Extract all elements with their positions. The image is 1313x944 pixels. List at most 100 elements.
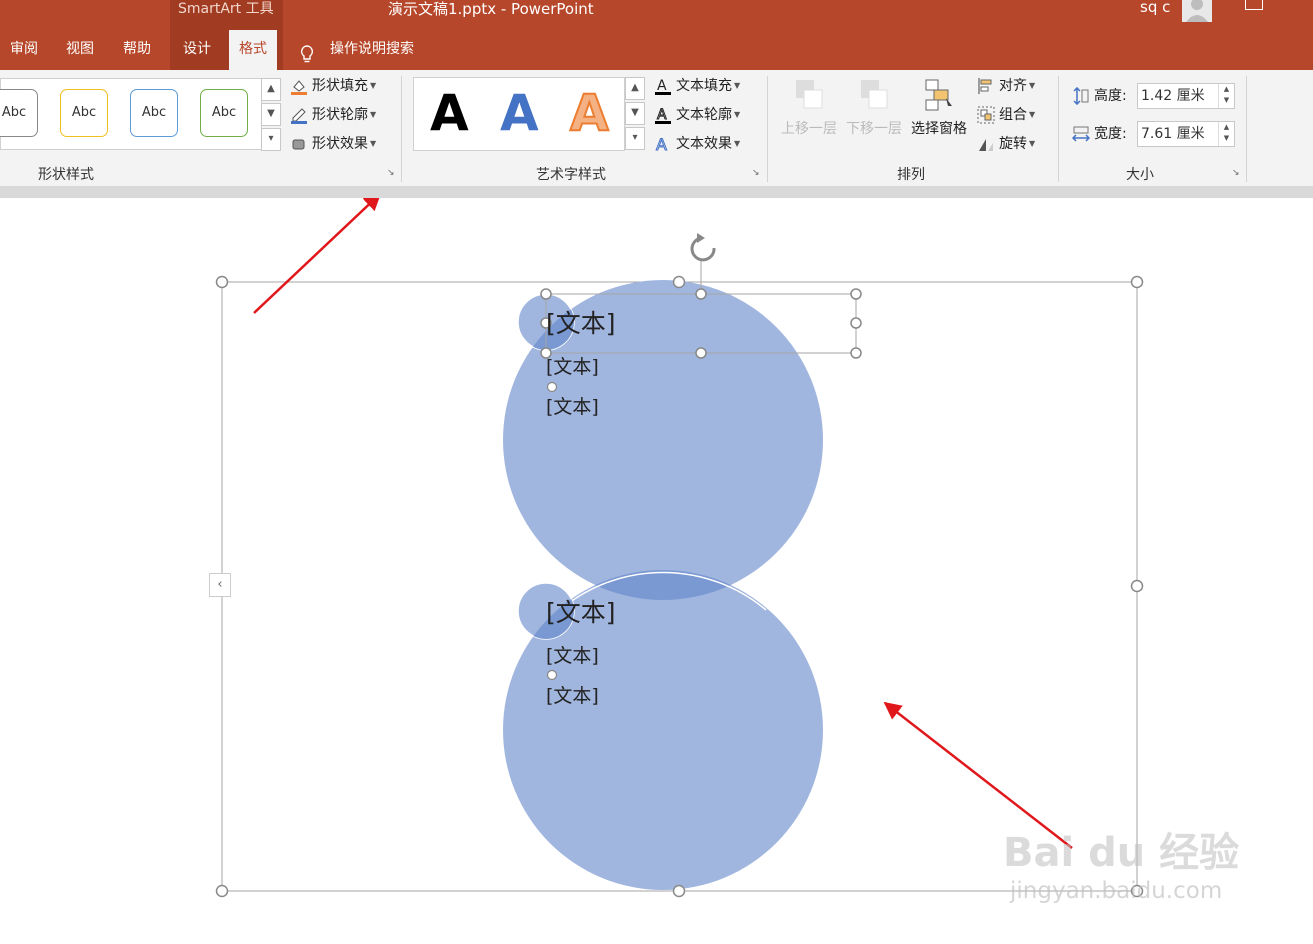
shape-style-swatch[interactable]: Abc [0,89,38,137]
tab-review[interactable]: 审阅 [0,30,48,70]
watermark-url: jingyan.baidu.com [1010,878,1223,904]
ribbon-tabs: 审阅 视图 帮助 设计 格式 操作说明搜索 [0,30,1313,70]
paint-bucket-icon [290,77,308,95]
group-icon [977,106,995,124]
slide-canvas[interactable]: ‹ [文本] [文本] [文本] [文本] [文本] [文本] Bai du 经… [0,198,1313,944]
text-fill-button[interactable]: A 文本填充 ▼ [654,74,740,98]
width-input[interactable]: 7.61 厘米 ▲ ▼ [1137,121,1235,147]
frame-handle[interactable] [672,275,686,289]
align-icon [977,77,995,95]
group-separator [1058,76,1059,182]
ribbon-display-icon[interactable] [1245,0,1263,10]
lightbulb-icon [300,40,314,63]
wordart-sample[interactable]: A [430,78,469,148]
group-separator [767,76,768,182]
tell-me-label: 操作说明搜索 [330,41,414,57]
document-title: 演示文稿1.pptx - PowerPoint [388,0,594,18]
gallery-down-icon[interactable]: ▼ [261,103,281,126]
send-backward-button[interactable]: 下移一层 [843,78,905,138]
ribbon-divider [0,186,1313,198]
shape-style-swatch[interactable]: Abc [200,89,248,137]
rotate-icon [977,135,995,153]
group-label-shape-styles: 形状样式 [38,167,94,183]
align-button[interactable]: 对齐 ▼ [977,74,1035,98]
wordart-gallery-scroll[interactable]: ▲ ▼ ▾ [625,77,645,152]
dialog-launcher-icon[interactable]: ↘ [387,168,397,178]
group-separator [401,76,402,182]
text-outline-icon: A [654,106,672,124]
height-spinner[interactable]: ▲ ▼ [1218,84,1234,108]
frame-handle[interactable] [1130,579,1144,593]
tab-format[interactable]: 格式 [229,30,277,70]
text-handle[interactable] [546,381,558,393]
height-input[interactable]: 1.42 厘米 ▲ ▼ [1137,83,1235,109]
group-label-size: 大小 [1126,167,1154,183]
width-spinner[interactable]: ▲ ▼ [1218,122,1234,146]
group-button[interactable]: 组合 ▼ [977,103,1035,127]
frame-handle[interactable] [1130,275,1144,289]
svg-text:A: A [657,78,667,94]
group-separator [1246,76,1247,182]
text-outline-button[interactable]: A 文本轮廓 ▼ [654,103,740,127]
rotate-button[interactable]: 旋转 ▼ [977,132,1035,156]
bring-forward-button[interactable]: 上移一层 [778,78,840,138]
bottom-node-bullet[interactable]: [文本] [546,641,599,668]
shape-style-swatch[interactable]: Abc [60,89,108,137]
dialog-launcher-icon[interactable]: ↘ [1232,168,1242,178]
gallery-up-icon[interactable]: ▲ [625,77,645,100]
tab-help[interactable]: 帮助 [113,30,161,70]
top-node-bullet[interactable]: [文本] [546,352,599,379]
bring-forward-icon [794,78,824,114]
text-fill-icon: A [654,77,672,95]
wordart-sample[interactable]: A [500,78,539,148]
annotation-arrow [253,198,382,314]
gallery-more-icon[interactable]: ▾ [261,128,281,151]
svg-text:A: A [657,107,667,123]
gallery-down-icon[interactable]: ▼ [625,102,645,125]
svg-text:A: A [656,135,667,153]
shape-style-swatch[interactable]: Abc [130,89,178,137]
shape-effects-button[interactable]: 形状效果 ▼ [290,132,376,156]
title-bar: SmartArt 工具 演示文稿1.pptx - PowerPoint sq c [0,0,1313,30]
resize-handle[interactable] [850,317,862,329]
group-label-arrange: 排列 [897,167,925,183]
gallery-up-icon[interactable]: ▲ [261,78,281,101]
tell-me-search[interactable]: 操作说明搜索 [300,30,414,70]
watermark-brand: Bai du 经验 [1003,830,1240,876]
text-handle[interactable] [546,669,558,681]
top-node-title[interactable]: [文本] [546,304,616,340]
user-name[interactable]: sq c [1140,0,1170,16]
rotate-handle-icon[interactable] [690,233,716,262]
wordart-sample[interactable]: A [569,78,610,148]
resize-handle[interactable] [850,288,862,300]
resize-handle[interactable] [540,288,552,300]
height-label: 高度: [1072,84,1127,108]
text-effects-button[interactable]: A 文本效果 ▼ [654,132,741,156]
bottom-node-title[interactable]: [文本] [546,593,616,629]
resize-handle[interactable] [850,347,862,359]
shape-effects-icon [290,135,308,153]
selection-pane-button[interactable]: 选择窗格 [907,78,971,138]
resize-handle[interactable] [695,288,707,300]
selection-pane-icon [924,78,954,114]
frame-handle[interactable] [215,884,229,898]
shape-outline-button[interactable]: 形状轮廓 ▼ [290,103,376,127]
shape-fill-button[interactable]: 形状填充 ▼ [290,74,376,98]
frame-handle[interactable] [215,275,229,289]
dialog-launcher-icon[interactable]: ↘ [752,168,762,178]
shape-gallery-scroll[interactable]: ▲ ▼ ▾ [261,78,281,153]
pencil-icon [290,106,308,124]
resize-handle[interactable] [695,347,707,359]
contextual-tools-label: SmartArt 工具 [178,1,274,17]
tab-design[interactable]: 设计 [173,30,221,70]
bottom-node-bullet[interactable]: [文本] [546,681,599,708]
collapse-pane-icon[interactable]: ‹ [209,573,231,597]
width-icon [1071,125,1091,143]
tab-view[interactable]: 视图 [56,30,104,70]
frame-handle[interactable] [672,884,686,898]
gallery-more-icon[interactable]: ▾ [625,127,645,150]
user-avatar-icon[interactable] [1182,0,1212,22]
top-node-bullet[interactable]: [文本] [546,392,599,419]
group-label-wordart-styles: 艺术字样式 [536,167,606,183]
height-icon [1072,86,1090,106]
